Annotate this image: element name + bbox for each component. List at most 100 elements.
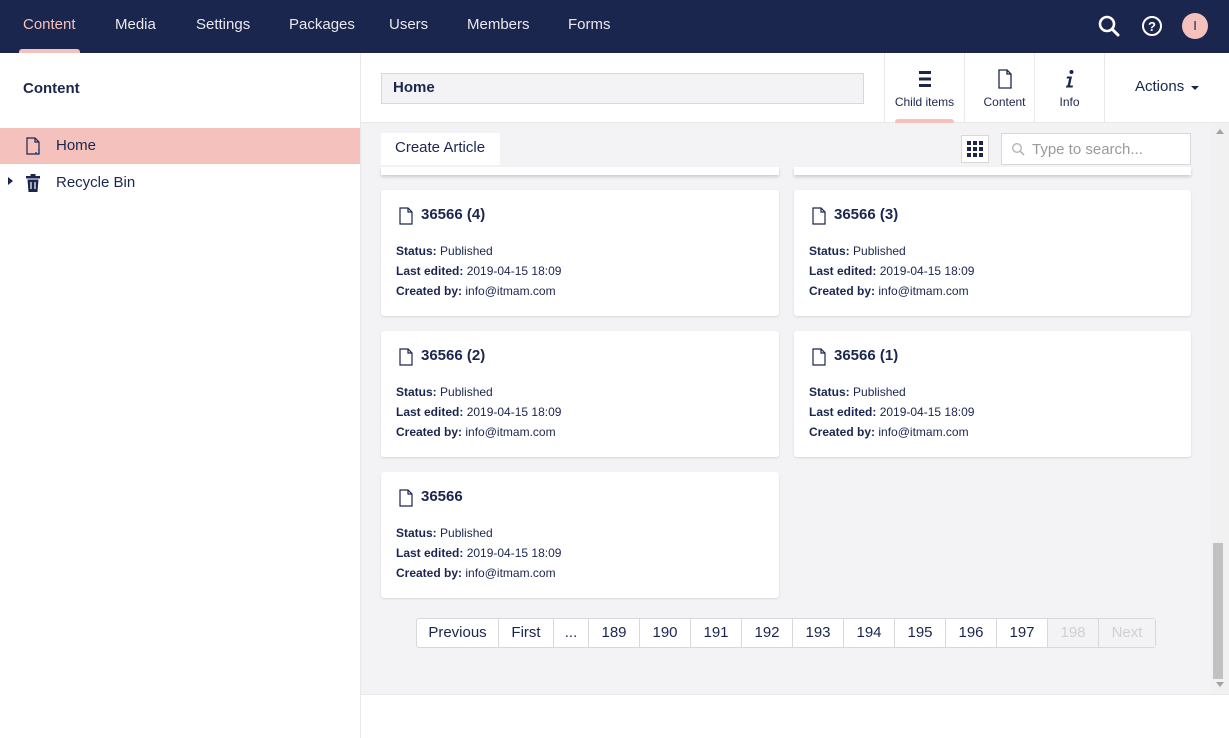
- last-edited-value: 2019-04-15 18:09: [879, 405, 975, 419]
- actions-label: Actions: [1135, 78, 1185, 95]
- grid-icon: [967, 141, 983, 157]
- pagination-first[interactable]: First: [498, 619, 553, 647]
- last-edited-label: Last edited:: [396, 264, 464, 278]
- status-label: Status:: [396, 526, 437, 540]
- top-navigation-bar: Content Media Settings Packages Users Me…: [0, 0, 1229, 53]
- tree-title: Content: [23, 80, 80, 97]
- scroll-down-arrow-icon[interactable]: [1216, 682, 1224, 687]
- editor-header: Home Child items Content Info Actions: [361, 53, 1229, 123]
- pagination-page-current: 198: [1047, 619, 1098, 647]
- status-value: Published: [853, 244, 906, 258]
- tab-content[interactable]: Content: [964, 53, 1044, 123]
- status-label: Status:: [809, 244, 850, 258]
- document-icon: [399, 348, 413, 366]
- pagination-previous[interactable]: Previous: [417, 619, 498, 647]
- pagination-page[interactable]: 195: [894, 619, 945, 647]
- status-value: Published: [440, 526, 493, 540]
- content-tree-panel: Content Home Recycle Bin: [0, 53, 361, 738]
- pagination-next: Next: [1098, 619, 1155, 647]
- pagination-page[interactable]: 197: [996, 619, 1047, 647]
- document-icon: [812, 207, 826, 225]
- tree-item-recycle-bin[interactable]: Recycle Bin: [0, 165, 360, 201]
- status-label: Status:: [396, 385, 437, 399]
- created-by-value: info@itmam.com: [878, 425, 969, 439]
- svg-text:?: ?: [1148, 19, 1156, 34]
- create-article-button[interactable]: Create Article: [381, 133, 500, 165]
- expand-caret-icon[interactable]: [8, 177, 13, 185]
- card-title[interactable]: 36566 (4): [421, 206, 485, 223]
- last-edited-label: Last edited:: [809, 405, 877, 419]
- status-label: Status:: [809, 385, 850, 399]
- status-value: Published: [853, 385, 906, 399]
- trash-icon: [23, 173, 43, 193]
- list-item-card[interactable]: 36566 (4) Status: Published Last edited:…: [381, 190, 779, 316]
- tab-info[interactable]: Info: [1034, 53, 1104, 123]
- created-by-value: info@itmam.com: [465, 425, 556, 439]
- tab-label: Content: [983, 95, 1026, 109]
- pagination: Previous First ... 189 190 191 192 193 1…: [416, 618, 1156, 648]
- nav-packages[interactable]: Packages: [287, 0, 357, 53]
- search-input[interactable]: [1032, 139, 1182, 159]
- created-by-label: Created by:: [396, 566, 463, 580]
- caret-down-icon: [1191, 86, 1199, 90]
- search-icon: [1011, 142, 1025, 156]
- created-by-label: Created by:: [809, 284, 876, 298]
- list-search-field[interactable]: [1001, 133, 1191, 165]
- nav-members[interactable]: Members: [465, 0, 532, 53]
- tree-item-label: Home: [56, 137, 97, 154]
- status-label: Status:: [396, 244, 437, 258]
- last-edited-value: 2019-04-15 18:09: [466, 405, 562, 419]
- list-item-card[interactable]: 36566 (2) Status: Published Last edited:…: [381, 331, 779, 457]
- created-by-value: info@itmam.com: [465, 566, 556, 580]
- nav-content[interactable]: Content: [19, 0, 80, 53]
- tab-child-items[interactable]: Child items: [884, 53, 964, 123]
- document-icon: [812, 348, 826, 366]
- nav-settings[interactable]: Settings: [194, 0, 252, 53]
- pagination-page[interactable]: 191: [690, 619, 741, 647]
- search-icon[interactable]: [1096, 13, 1122, 39]
- tree-item-home[interactable]: Home: [0, 128, 360, 164]
- status-value: Published: [440, 385, 493, 399]
- last-edited-value: 2019-04-15 18:09: [466, 546, 562, 560]
- actions-dropdown[interactable]: Actions: [1104, 53, 1229, 123]
- pagination-page[interactable]: 189: [588, 619, 639, 647]
- list-item-card[interactable]: 36566 (3) Status: Published Last edited:…: [794, 190, 1191, 316]
- card-title[interactable]: 36566 (3): [834, 206, 898, 223]
- node-name-field[interactable]: Home: [381, 73, 864, 104]
- pagination-page[interactable]: 196: [945, 619, 996, 647]
- pagination-ellipsis[interactable]: ...: [553, 619, 588, 647]
- last-edited-label: Last edited:: [396, 405, 464, 419]
- created-by-label: Created by:: [396, 425, 463, 439]
- nav-media[interactable]: Media: [113, 0, 158, 53]
- card-title[interactable]: 36566: [421, 488, 463, 505]
- tab-label: Child items: [894, 95, 955, 109]
- pagination-page[interactable]: 192: [741, 619, 792, 647]
- list-view-area: Create Article 36566 (4) Status: Publish…: [361, 123, 1211, 694]
- document-icon: [399, 489, 413, 507]
- last-edited-value: 2019-04-15 18:09: [879, 264, 975, 278]
- document-icon: [995, 69, 1015, 89]
- card-title[interactable]: 36566 (2): [421, 347, 485, 364]
- user-avatar[interactable]: I: [1182, 13, 1208, 39]
- list-icon: [915, 69, 935, 89]
- list-item-card[interactable]: 36566 (1) Status: Published Last edited:…: [794, 331, 1191, 457]
- card-edge-partial: [794, 167, 1191, 175]
- created-by-value: info@itmam.com: [878, 284, 969, 298]
- grid-view-toggle[interactable]: [961, 135, 989, 163]
- pagination-page[interactable]: 190: [639, 619, 690, 647]
- help-icon[interactable]: ?: [1139, 13, 1165, 39]
- vertical-scrollbar[interactable]: [1211, 123, 1229, 694]
- list-item-card[interactable]: 36566 Status: Published Last edited: 201…: [381, 472, 779, 598]
- card-title[interactable]: 36566 (1): [834, 347, 898, 364]
- scroll-up-arrow-icon[interactable]: [1216, 129, 1224, 134]
- created-by-value: info@itmam.com: [465, 284, 556, 298]
- created-by-label: Created by:: [809, 425, 876, 439]
- card-edge-partial: [381, 167, 779, 175]
- pagination-page[interactable]: 193: [792, 619, 843, 647]
- editor-footer: [361, 694, 1229, 738]
- scrollbar-thumb[interactable]: [1213, 543, 1223, 679]
- created-by-label: Created by:: [396, 284, 463, 298]
- pagination-page[interactable]: 194: [843, 619, 894, 647]
- nav-users[interactable]: Users: [387, 0, 430, 53]
- nav-forms[interactable]: Forms: [566, 0, 613, 53]
